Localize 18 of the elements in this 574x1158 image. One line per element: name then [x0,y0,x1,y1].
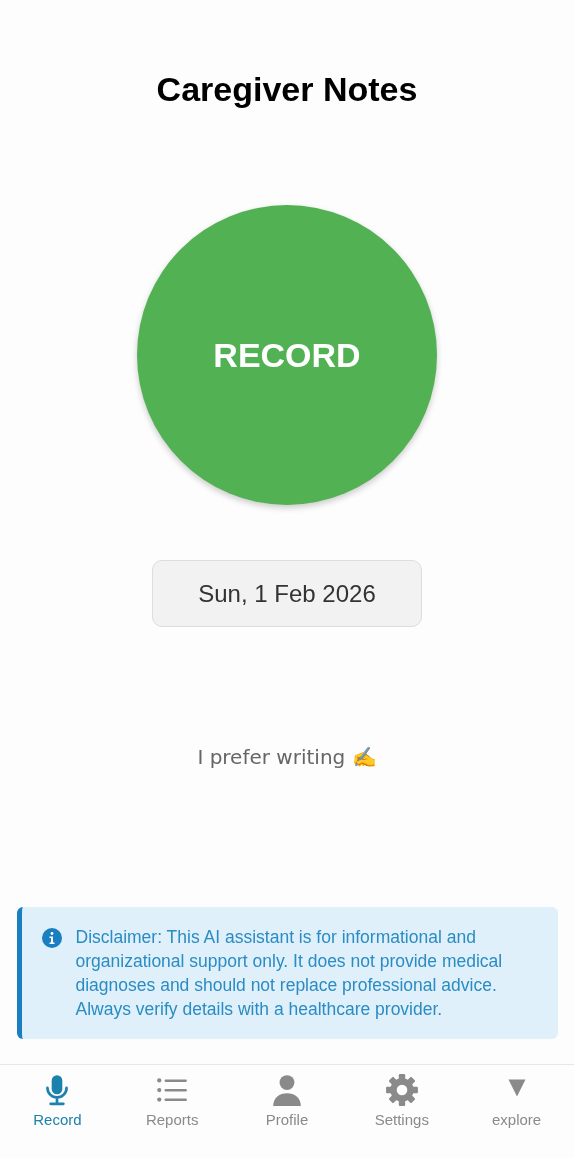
info-icon [41,928,62,948]
tab-label: Settings [374,1111,429,1128]
tab-label: Profile [265,1111,309,1128]
tab-label: Record [33,1111,82,1128]
date-button[interactable]: Sun, 1 Feb 2026 [152,560,422,627]
person-icon [270,1073,304,1107]
writing-link[interactable]: I prefer writing ✍ [197,745,377,769]
settings-icon [384,1073,419,1107]
tab-label: explore [492,1111,542,1128]
disclaimer-text: Disclaimer: This AI assistant is for informational and organizational support only. It does not provide medical diagnoses and should not replace professional advice. Always verify details with a healthcare provider. [75,926,504,1021]
page-title: Caregiver Notes [156,70,418,109]
nav-tab[interactable]: Settings [344,1073,460,1128]
record-button[interactable]: RECORD [137,205,437,505]
tab-label: Reports [145,1111,199,1128]
nav-tab[interactable]: Profile [229,1073,345,1128]
nav-tab[interactable]: Record [0,1073,115,1128]
nav-tab[interactable]: Reports [114,1073,230,1128]
nav-tab[interactable]: explore [459,1073,574,1128]
